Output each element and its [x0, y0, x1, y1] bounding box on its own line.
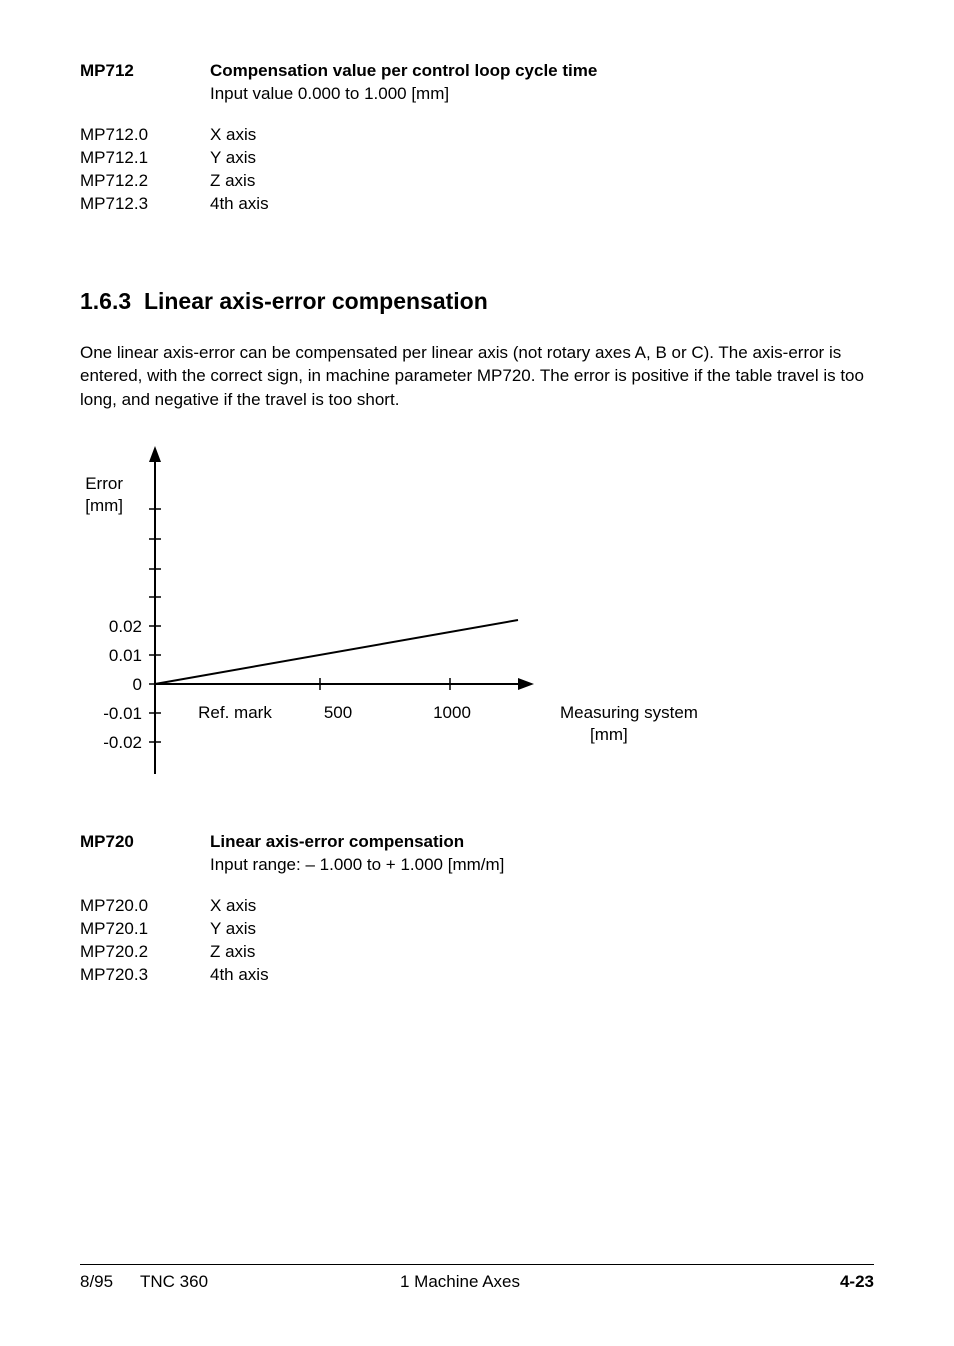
x-label: Measuring system — [560, 703, 698, 722]
param-id: MP712.0 — [80, 124, 210, 147]
footer-model: TNC 360 — [140, 1271, 400, 1294]
section-heading: 1.6.3 Linear axis-error compensation — [80, 286, 874, 317]
param-label: 4th axis — [210, 193, 269, 216]
y-label-unit: [mm] — [85, 496, 123, 515]
list-item: MP720.2 Z axis — [80, 941, 874, 964]
list-item: MP712.1 Y axis — [80, 147, 874, 170]
param-label: 4th axis — [210, 964, 269, 987]
x-arrow-icon — [518, 678, 534, 690]
y-tick: 0 — [133, 675, 142, 694]
mp720-title: Linear axis-error compensation — [210, 831, 464, 854]
x-tick: 1000 — [433, 703, 471, 722]
y-tick: 0.02 — [109, 617, 142, 636]
footer-date: 8/95 — [80, 1271, 140, 1294]
footer-page: 4-23 — [840, 1271, 874, 1294]
param-id: MP720.3 — [80, 964, 210, 987]
x-origin-label: Ref. mark — [198, 703, 272, 722]
mp712-sub: Input value 0.000 to 1.000 [mm] — [210, 83, 874, 106]
y-label: Error — [85, 474, 123, 493]
param-id: MP720.2 — [80, 941, 210, 964]
footer-chapter: 1 Machine Axes — [400, 1271, 840, 1294]
param-label: Y axis — [210, 918, 256, 941]
param-label: Z axis — [210, 170, 255, 193]
mp712-id: MP712 — [80, 60, 210, 83]
list-item: MP720.3 4th axis — [80, 964, 874, 987]
param-label: Y axis — [210, 147, 256, 170]
param-id: MP712.1 — [80, 147, 210, 170]
mp720-block: MP720 Linear axis-error compensation Inp… — [80, 831, 874, 987]
y-tick: 0.01 — [109, 646, 142, 665]
param-label: Z axis — [210, 941, 255, 964]
page-footer: 8/95 TNC 360 1 Machine Axes 4-23 — [80, 1264, 874, 1294]
y-tick: -0.02 — [103, 733, 142, 752]
mp712-title: Compensation value per control loop cycl… — [210, 60, 597, 83]
mp720-id: MP720 — [80, 831, 210, 854]
y-arrow-icon — [149, 446, 161, 462]
x-label-unit: [mm] — [590, 725, 628, 744]
param-label: X axis — [210, 124, 256, 147]
list-item: MP712.2 Z axis — [80, 170, 874, 193]
mp720-sub: Input range: – 1.000 to + 1.000 [mm/m] — [210, 854, 874, 877]
list-item: MP720.1 Y axis — [80, 918, 874, 941]
param-id: MP712.3 — [80, 193, 210, 216]
section-number: 1.6.3 — [80, 288, 131, 314]
y-tick: -0.01 — [103, 704, 142, 723]
list-item: MP720.0 X axis — [80, 895, 874, 918]
error-line — [155, 620, 518, 684]
error-chart: 0.02 0.01 0 -0.01 -0.02 Error [mm] Ref. … — [80, 434, 874, 801]
param-id: MP720.1 — [80, 918, 210, 941]
param-id: MP712.2 — [80, 170, 210, 193]
list-item: MP712.0 X axis — [80, 124, 874, 147]
section-title: Linear axis-error compensation — [144, 288, 488, 314]
param-id: MP720.0 — [80, 895, 210, 918]
mp712-block: MP712 Compensation value per control loo… — [80, 60, 874, 216]
list-item: MP712.3 4th axis — [80, 193, 874, 216]
param-label: X axis — [210, 895, 256, 918]
section-body: One linear axis-error can be compensated… — [80, 341, 874, 412]
x-tick: 500 — [324, 703, 352, 722]
